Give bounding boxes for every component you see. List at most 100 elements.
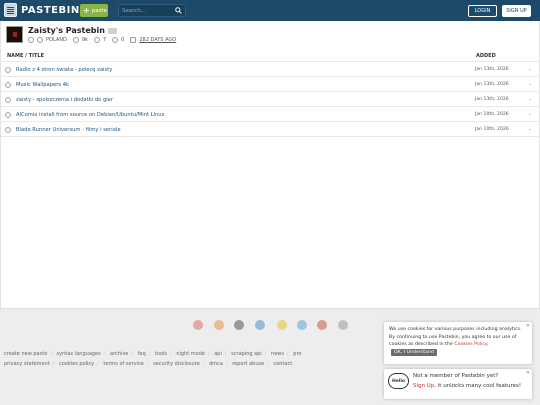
promo-line-2-text: , it unlocks many cool features! [434,383,522,389]
signup-button[interactable]: SIGN UP [502,5,531,17]
search-icon[interactable] [175,7,182,14]
login-button[interactable]: LOGIN [468,5,497,17]
plus-icon: + [83,5,90,15]
cookie-notice: ✕ We use cookies for various purposes in… [384,322,532,364]
join-date-text: 282 DAYS AGO [139,37,177,43]
new-paste-label: paste [91,7,107,14]
footer-link[interactable]: night mode [176,351,205,357]
signup-promo: ✕ Hello Not a member of Pastebin yet? Si… [384,369,532,399]
signup-link[interactable]: Sign Up [413,383,434,389]
profile-meta: POLAND 9k 7 0 282 DAYS AGO [28,37,176,43]
username-text: Zaisty's Pastebin [28,26,105,35]
table-row: Radio z 4 stron świata - polecę zaisty J… [4,66,534,76]
paste-type-icon [5,112,11,118]
pastebin-logo[interactable]: PASTEBIN [4,3,80,17]
paste-title-link[interactable]: Blade Runner Universum - filmy i seriale [16,127,121,133]
footer-links-secondary: privacy statement / cookies policy / terms… [4,361,293,367]
android-app-icon[interactable] [317,320,327,330]
firefox-extension-icon[interactable] [214,320,224,330]
top-navbar: PASTEBIN + paste LOGIN SIGN UP [0,0,540,21]
paste-extra: - [529,67,531,73]
table-row: AlComix install from source on Debian/Ub… [4,111,534,121]
cookies-policy-link[interactable]: Cookies Policy. [454,342,488,347]
paste-extra: - [529,97,531,103]
rating-text: 7 [102,37,107,43]
footer-link[interactable]: news [271,351,284,357]
paste-date: Jan 13th, 2026 [475,67,509,72]
footer-link[interactable]: contact [273,361,292,367]
chrome-extension-icon[interactable] [193,320,203,330]
footer-link[interactable]: archive [110,351,128,357]
footer-link[interactable]: syntax languages [57,351,101,357]
desktop-app-icon[interactable] [234,320,244,330]
main-panel [0,21,540,309]
footer-link[interactable]: security disclosure [153,361,200,367]
divider [1,106,539,107]
windows-app-icon[interactable] [255,320,265,330]
footer-link[interactable]: privacy statement [4,361,50,367]
footer-link[interactable]: report abuse [232,361,264,367]
table-row: zaisty - spolszczenia i dodatki do gier … [4,96,534,106]
avatar [6,26,23,43]
hello-badge-icon: Hello [388,373,409,389]
table-header: NAME / TITLE ADDED [7,53,533,59]
close-icon[interactable]: ✕ [526,370,530,376]
logo-icon [4,3,17,17]
views-text: 9k [81,37,88,43]
search-input[interactable] [119,5,169,16]
search-box [118,4,186,17]
paste-title-link[interactable]: Radio z 4 stron świata - polecę zaisty [16,67,112,73]
column-name-title[interactable]: NAME / TITLE [7,53,44,59]
table-row: Music Wallpapers 4k Jan 13th, 2026 - [4,81,534,91]
footer-link[interactable]: dmca [209,361,223,367]
footer-link[interactable]: create new paste [4,351,47,357]
logo-text: PASTEBIN [21,4,80,16]
paste-date: Jan 13th, 2026 [475,82,509,87]
paste-title-link[interactable]: Music Wallpapers 4k [16,82,69,88]
promo-line-1: Not a member of Pastebin yet? [413,373,499,379]
footer-link[interactable]: scraping api [231,351,262,357]
paste-type-icon [5,67,11,73]
footer-link[interactable]: faq [138,351,146,357]
user-icon [28,37,34,43]
paste-type-icon [5,97,11,103]
location-icon [37,37,43,43]
footer-link[interactable]: terms of service [103,361,143,367]
footer-links-primary: create new paste / syntax languages / arch… [4,351,302,357]
new-paste-button[interactable]: + paste [80,4,108,17]
location-text: POLAND [46,37,67,43]
paste-type-icon [5,127,11,133]
paste-title-link[interactable]: zaisty - spolszczenia i dodatki do gier [16,97,113,103]
paste-extra: - [529,112,531,118]
linux-app-icon[interactable] [277,320,287,330]
paste-type-icon [5,82,11,88]
divider [1,121,539,122]
footer-link[interactable]: cookies policy [59,361,94,367]
footer-link[interactable]: api [214,351,222,357]
paste-title-link[interactable]: AlComix install from source on Debian/Ub… [16,112,165,118]
paste-date: Jan 10th, 2026 [475,112,509,117]
paste-date: Jan 10th, 2026 [475,127,509,132]
column-added[interactable]: ADDED [476,53,496,59]
page-title: Zaisty's Pastebin [28,26,117,35]
star-icon [112,37,119,43]
divider [1,136,539,137]
footer-link[interactable]: pro [293,351,301,357]
macos-app-icon[interactable] [297,320,307,330]
paste-extra: - [529,127,531,133]
accept-cookies-button[interactable]: OK, I Understand [391,348,437,356]
footer-link[interactable]: tools [155,351,167,357]
promo-line-2: Sign Up, it unlocks many cool features! [413,383,521,389]
paste-extra: - [529,82,531,88]
stars-text: 0 [121,37,125,43]
divider [1,61,539,62]
calendar-icon [130,37,137,43]
rating-icon [93,37,100,43]
cookie-text: We use cookies for various purposes incl… [389,326,527,356]
ios-app-icon[interactable] [338,320,348,330]
pro-badge-icon [107,27,117,34]
table-row: Blade Runner Universum - filmy i seriale… [4,126,534,136]
eye-icon [72,37,79,43]
divider [1,91,539,92]
divider [1,76,539,77]
